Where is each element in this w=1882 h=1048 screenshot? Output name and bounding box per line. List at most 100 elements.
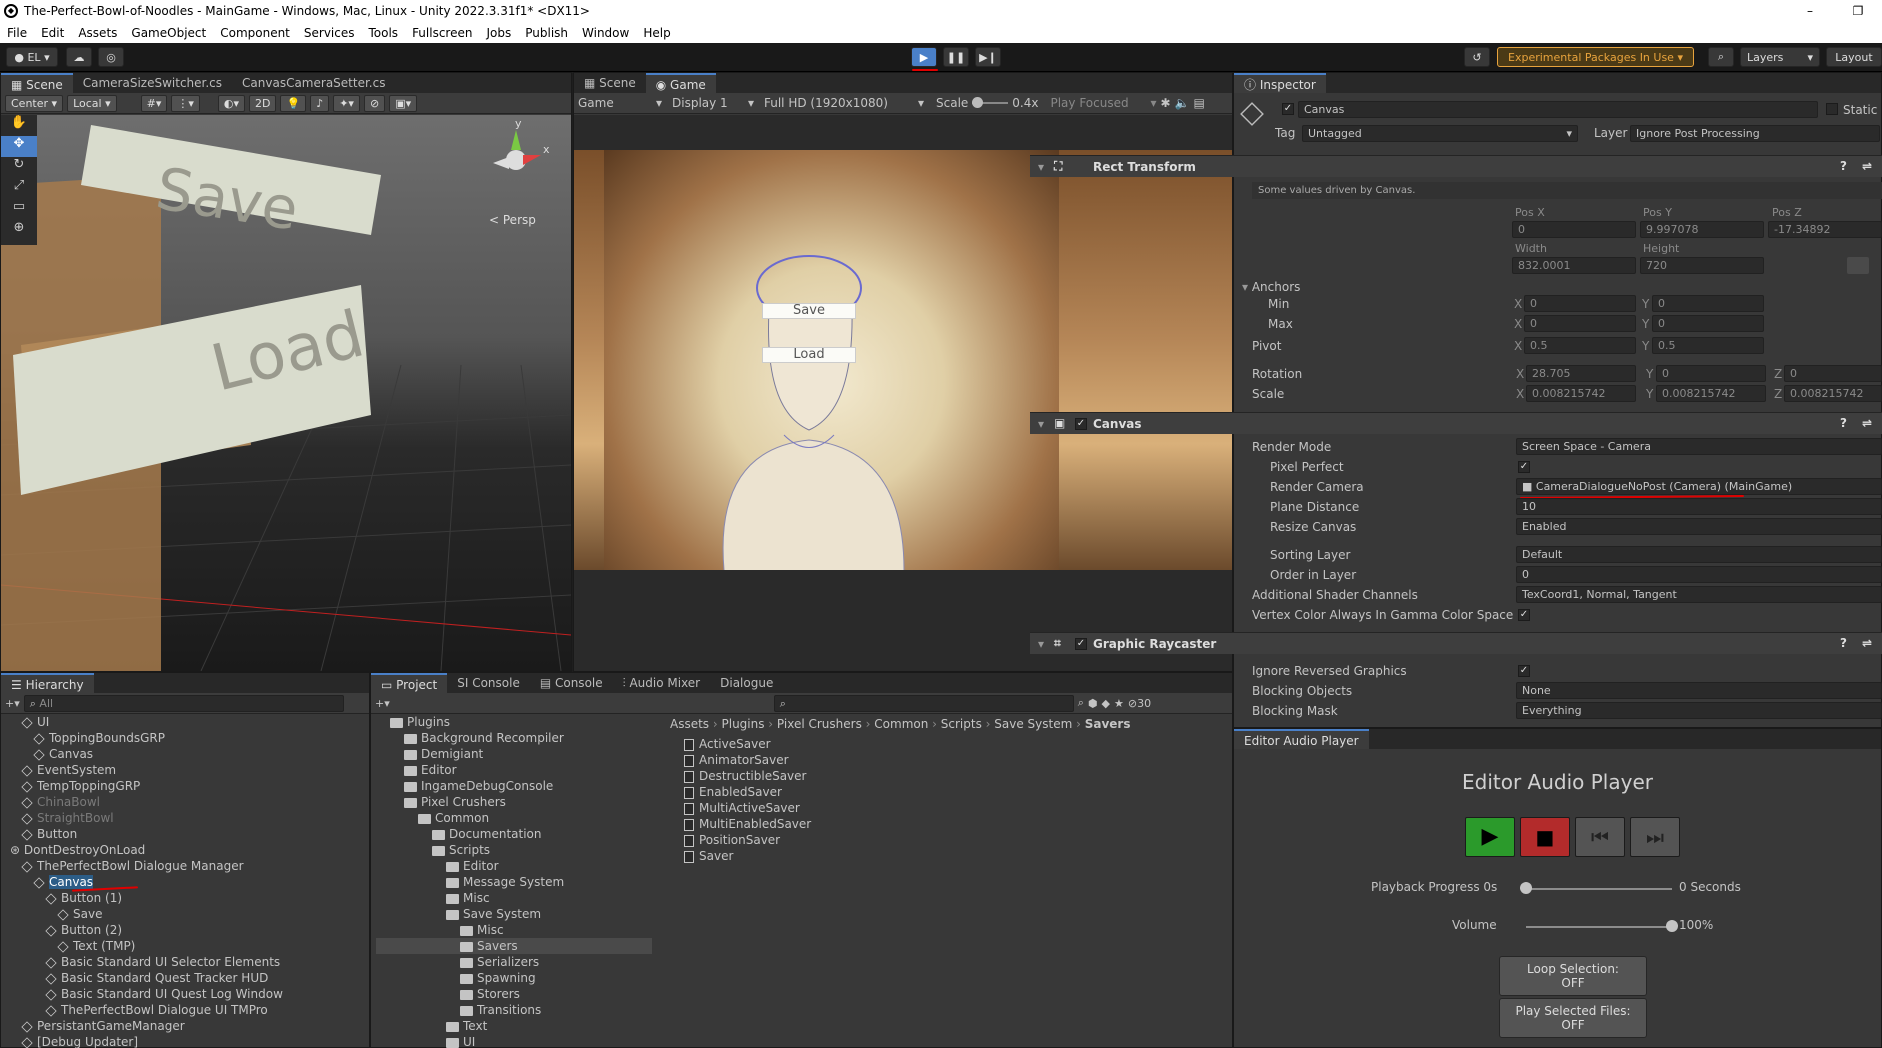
sorting-layer-dropdown[interactable]: Default [1516,546,1882,563]
hierarchy-item[interactable]: Button [0,826,360,842]
tab-console[interactable]: ▤ Console [530,673,613,693]
settings-icon-3[interactable]: ⇌ [1862,636,1872,650]
settings-icon-2[interactable]: ⇌ [1862,416,1872,430]
layout-dropdown[interactable]: Layout [1826,47,1882,67]
hierarchy-item[interactable]: Save [0,906,360,922]
project-folder-item[interactable]: Text [376,1018,652,1034]
audio-stop-button[interactable]: ■ [1520,817,1570,857]
anchor-min-x[interactable]: 0 [1524,295,1636,312]
grid-snap-icon[interactable]: #▾ [140,94,168,112]
breadcrumb-item[interactable]: Pixel Crushers [777,717,862,731]
lighting-icon[interactable]: 💡 [280,94,307,112]
script-file-item[interactable]: EnabledSaver [684,784,782,800]
posy-field[interactable]: 9.997078 [1640,221,1764,238]
hierarchy-item[interactable]: ChinaBowl [0,794,360,810]
move-tool-icon[interactable]: ✥ [1,136,37,157]
game-save-button[interactable]: Save [762,303,856,319]
transform-tool-icon[interactable]: ⊕ [1,220,37,241]
height-field[interactable]: 720 [1640,257,1764,274]
pivot-dropdown[interactable]: Center ▾ [5,94,64,112]
rotation-z[interactable]: 0 [1784,365,1882,382]
play-focused-dropdown[interactable]: Play Focused ▾ [1050,96,1156,110]
tab-si-console[interactable]: SI Console [447,673,530,693]
menu-window[interactable]: Window [575,26,636,40]
script-file-item[interactable]: Saver [684,848,733,864]
project-folder-item[interactable]: Savers [376,938,652,954]
play-selected-files-button[interactable]: Play Selected Files: OFF [1499,998,1647,1038]
project-folder-item[interactable]: UI [376,1034,652,1048]
menu-edit[interactable]: Edit [34,26,71,40]
audio-prev-button[interactable]: ⏮ [1575,817,1625,857]
order-in-layer-field[interactable]: 0 [1516,566,1882,583]
blocking-mask-dropdown[interactable]: Everything [1516,702,1882,719]
render-mode-dropdown[interactable]: Screen Space - Camera [1516,438,1882,455]
menu-tools[interactable]: Tools [362,26,406,40]
object-name-field[interactable]: Canvas [1298,101,1818,118]
project-search[interactable]: ⌕ [773,694,1074,712]
blocking-objects-dropdown[interactable]: None [1516,682,1882,699]
hierarchy-item[interactable]: [Debug Updater] [0,1034,360,1048]
project-folder-item[interactable]: Message System [376,874,652,890]
menu-component[interactable]: Component [213,26,297,40]
menu-gameobject[interactable]: GameObject [124,26,213,40]
shader-channels-dropdown[interactable]: TexCoord1, Normal, Tangent [1516,586,1882,603]
script-file-item[interactable]: DestructibleSaver [684,768,806,784]
volume-knob[interactable] [1666,920,1678,932]
hierarchy-item[interactable]: ThePerfectBowl Dialogue UI TMPro [0,1002,360,1018]
hierarchy-item[interactable]: ToppingBoundsGRP [0,730,360,746]
hierarchy-item[interactable]: EventSystem [0,762,360,778]
step-button[interactable]: ▶❙ [975,47,1001,67]
rect-tool-icon[interactable]: ▭ [1,199,37,220]
tab-inspector[interactable]: ⓘ Inspector [1234,73,1326,93]
tab-canvas-camera-setter[interactable]: CanvasCameraSetter.cs [232,73,395,93]
resolution-dropdown[interactable]: Full HD (1920x1080) ▾ [764,96,924,110]
ignore-reversed-checkbox[interactable]: ✓ [1518,665,1530,677]
loop-selection-button[interactable]: Loop Selection: OFF [1499,956,1647,996]
project-folder-item[interactable]: Common [376,810,652,826]
breadcrumb-item[interactable]: Assets [670,717,709,731]
scene-viewport[interactable]: Save Load ✋ ✥ ↻ ⤢ ▭ ⊕ y x < Persp [1,115,571,671]
pivot-y[interactable]: 0.5 [1652,337,1764,354]
help-icon[interactable]: ? [1840,159,1847,173]
snap-settings-icon[interactable]: ⋮▾ [171,94,200,112]
project-folder-item[interactable]: Misc [376,922,652,938]
volume-slider[interactable] [1526,926,1672,928]
tab-editor-audio-player[interactable]: Editor Audio Player [1234,729,1369,749]
cloud-icon[interactable]: ☁ [66,47,92,67]
shading-mode-icon[interactable]: ◐▾ [217,94,246,112]
project-folder-item[interactable]: Save System [376,906,652,922]
posx-field[interactable]: 0 [1512,221,1636,238]
pixel-perfect-checkbox[interactable]: ✓ [1518,461,1530,473]
hierarchy-item[interactable]: Button (1) [0,890,360,906]
tab-scene-2[interactable]: ▦ Scene [574,73,646,93]
rotate-tool-icon[interactable]: ↻ [1,157,37,178]
tab-camera-size-switcher[interactable]: CameraSizeSwitcher.cs [73,73,232,93]
menu-publish[interactable]: Publish [518,26,575,40]
raycaster-enabled-checkbox[interactable]: ✓ [1075,638,1087,650]
hierarchy-item[interactable]: ThePerfectBowl Dialogue Manager [0,858,360,874]
playback-progress-knob[interactable] [1520,882,1532,894]
hierarchy-search[interactable]: ⌕ All [23,694,344,712]
minimize-button[interactable]: – [1786,0,1834,22]
breadcrumb-item[interactable]: Save System [994,717,1072,731]
project-folder-item[interactable]: Demigiant [376,746,652,762]
help-icon-2[interactable]: ? [1840,416,1847,430]
render-camera-field[interactable]: ■ CameraDialogueNoPost (Camera) (MainGam… [1516,478,1882,495]
script-file-item[interactable]: MultiActiveSaver [684,800,800,816]
anchor-max-y[interactable]: 0 [1652,315,1764,332]
game-load-button[interactable]: Load [762,347,856,363]
anchor-min-y[interactable]: 0 [1652,295,1764,312]
hierarchy-item[interactable]: Button (2) [0,922,360,938]
effects-icon[interactable]: ✦▾ [333,94,360,112]
rect-transform-header[interactable]: ▾ ⛶ Rect Transform ? ⇌ [1030,155,1882,177]
menu-jobs[interactable]: Jobs [479,26,518,40]
hierarchy-item[interactable]: Basic Standard UI Quest Log Window [0,986,360,1002]
filter-icon[interactable]: ⌕ [1078,696,1084,710]
hierarchy-item[interactable]: PersistantGameManager [0,1018,360,1034]
tab-dialogue[interactable]: Dialogue [710,673,783,693]
hierarchy-item[interactable]: UI [0,714,360,730]
menu-help[interactable]: Help [636,26,677,40]
project-folder-item[interactable]: Scripts [376,842,652,858]
hierarchy-item[interactable]: StraightBowl [0,810,360,826]
space-dropdown[interactable]: Local ▾ [67,94,117,112]
